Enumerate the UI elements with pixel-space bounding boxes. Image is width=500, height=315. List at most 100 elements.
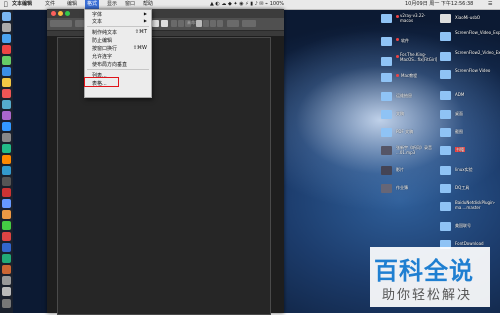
justify-button[interactable] xyxy=(217,20,223,27)
youdao-icon[interactable] xyxy=(2,232,11,241)
menu-item-prevent-editing[interactable]: 防止编辑 xyxy=(92,37,112,44)
window-titlebar[interactable] xyxy=(47,9,284,18)
desktop-icon-label[interactable]: DQ工具 xyxy=(455,185,469,190)
document-icon[interactable] xyxy=(440,14,451,23)
launchpad-icon[interactable] xyxy=(2,23,11,32)
netease-icon[interactable] xyxy=(2,188,11,197)
desktop-icon-label[interactable]: 美国联号 xyxy=(455,223,471,228)
menu-edit[interactable]: 编辑 xyxy=(67,0,77,9)
italic-button[interactable] xyxy=(178,20,184,27)
folder-icon[interactable] xyxy=(440,70,451,79)
menu-window[interactable]: 窗口 xyxy=(125,0,135,9)
folder-icon[interactable] xyxy=(440,146,451,155)
menu-clock[interactable]: 10月09日 周一 下午12:56:38 xyxy=(405,0,473,9)
menu-item-text[interactable]: 文本 xyxy=(92,18,102,25)
desktop-icon-label[interactable]: ADM xyxy=(455,92,464,97)
mail-icon[interactable] xyxy=(2,67,11,76)
movies-folder-icon[interactable] xyxy=(381,166,392,175)
menu-item-font[interactable]: 字体 xyxy=(92,11,102,18)
maps-icon[interactable] xyxy=(2,100,11,109)
terminal-icon[interactable] xyxy=(2,177,11,186)
desktop-icon-label[interactable]: 文稿 xyxy=(396,111,404,116)
folder-icon[interactable] xyxy=(440,184,451,193)
desktop-icon-label[interactable]: 软件 xyxy=(401,38,409,43)
chrome-icon[interactable] xyxy=(2,45,11,54)
folder-icon[interactable] xyxy=(381,73,392,82)
desktop-icon-label[interactable]: 桌面 xyxy=(455,111,463,116)
folder-icon[interactable] xyxy=(440,128,451,137)
folder-icon[interactable] xyxy=(381,128,392,137)
desktop-icon-label[interactable]: 作业簿 xyxy=(396,185,408,190)
photos-icon[interactable] xyxy=(2,111,11,120)
menu-app-name[interactable]: 文本编辑 xyxy=(12,0,32,9)
desktop-icon-label[interactable]: BaiduNetdiskPlugin-ma....master xyxy=(455,200,497,210)
word-icon[interactable] xyxy=(2,243,11,252)
desktop-icon-label[interactable]: 截图 xyxy=(455,129,463,134)
app-store-icon[interactable] xyxy=(2,122,11,131)
desktop-icon-label[interactable]: ScreenFlow Video xyxy=(455,68,495,73)
xcode-icon[interactable] xyxy=(2,199,11,208)
menu-item-vertical-layout[interactable]: 使布局方向垂直 xyxy=(92,61,127,68)
notes-icon[interactable] xyxy=(2,78,11,87)
finder-icon[interactable] xyxy=(2,12,11,21)
app-icon[interactable] xyxy=(2,221,11,230)
safari-icon[interactable] xyxy=(2,34,11,43)
desktop-icon-label[interactable]: linux实验 xyxy=(455,167,473,172)
desktop-icon-label[interactable]: 影片 xyxy=(396,167,404,172)
desktop-icon-label[interactable]: ScreenFlow_Video_Export xyxy=(455,30,500,35)
settings-icon[interactable] xyxy=(2,133,11,142)
folder-icon[interactable] xyxy=(440,32,451,41)
desktop-icon-label[interactable]: 运维抽屉 xyxy=(396,93,412,98)
excel-icon[interactable] xyxy=(2,254,11,263)
menu-list-icon[interactable]: ☰ xyxy=(488,0,492,9)
paragraph-style-popup[interactable] xyxy=(50,20,72,27)
wechat-icon[interactable] xyxy=(2,144,11,153)
messages-icon[interactable] xyxy=(2,56,11,65)
desktop-icon-label[interactable]: FontDownload xyxy=(455,241,484,246)
menu-format[interactable]: 格式 xyxy=(85,0,100,9)
bold-button[interactable] xyxy=(171,20,177,27)
status-icons[interactable]: ▲ ◐ ☁ ◆ ✦ ◉ ⚡ ▮ ♪ ✉ ⌁ 100% xyxy=(210,0,284,9)
folder-icon[interactable] xyxy=(440,110,451,119)
desktop-icon-label[interactable]: PDF 文稿 xyxy=(396,129,413,134)
desktop-icon-label[interactable]: Mac教程 xyxy=(401,73,417,78)
desktop-icon-label[interactable]: 书籍 xyxy=(455,147,465,152)
folder-icon[interactable] xyxy=(381,37,392,46)
minimize-icon[interactable] xyxy=(58,11,63,16)
menu-item-make-plain-text[interactable]: 制作纯文本 xyxy=(92,29,117,36)
workbook-icon[interactable] xyxy=(381,184,392,193)
music-icon[interactable] xyxy=(2,155,11,164)
menu-file[interactable]: 文件 xyxy=(45,0,55,9)
downloads-icon[interactable] xyxy=(2,287,11,296)
zoom-icon[interactable] xyxy=(65,11,70,16)
folder-icon[interactable] xyxy=(381,14,392,23)
highlight-color-button[interactable] xyxy=(161,20,168,27)
folder-icon[interactable] xyxy=(381,110,392,119)
menu-view[interactable]: 显示 xyxy=(107,0,117,9)
menu-item-wrap-to-window[interactable]: 按窗口换行 xyxy=(92,45,117,52)
desktop-icon-label[interactable]: 张新宇《听风》录音 ...01.mp3 xyxy=(396,145,438,155)
qq-icon[interactable] xyxy=(2,166,11,175)
vlc-icon[interactable] xyxy=(2,210,11,219)
desktop-icon-label[interactable]: XiaoMi-usbO xyxy=(455,15,480,20)
calendar-icon[interactable] xyxy=(2,89,11,98)
align-center-button[interactable] xyxy=(203,20,209,27)
folder-icon[interactable] xyxy=(440,52,451,61)
menu-item-allow-hyphenation[interactable]: 允许连字 xyxy=(92,53,112,60)
desktop-icon-label[interactable]: ScreenFlow2_Video_Export xyxy=(455,50,500,55)
audio-file-icon[interactable] xyxy=(381,146,392,155)
folder-icon[interactable] xyxy=(440,91,451,100)
line-spacing-popup[interactable] xyxy=(227,20,239,27)
folder-icon[interactable] xyxy=(381,92,392,101)
folder-icon[interactable] xyxy=(2,276,11,285)
folder-icon[interactable] xyxy=(381,57,392,66)
desktop-icon-label[interactable]: For.The.King-MacOS...fix[FitGirl] xyxy=(400,52,440,62)
folder-icon[interactable] xyxy=(440,222,451,231)
menu-help[interactable]: 帮助 xyxy=(143,0,153,9)
close-icon[interactable] xyxy=(51,11,56,16)
align-right-button[interactable] xyxy=(210,20,216,27)
desktop-icon-label[interactable]: v2ray-v3.22-macos xyxy=(400,13,438,23)
ruler[interactable] xyxy=(47,31,284,36)
apple-menu-icon[interactable]:  xyxy=(4,0,8,9)
trash-icon[interactable] xyxy=(2,299,11,308)
